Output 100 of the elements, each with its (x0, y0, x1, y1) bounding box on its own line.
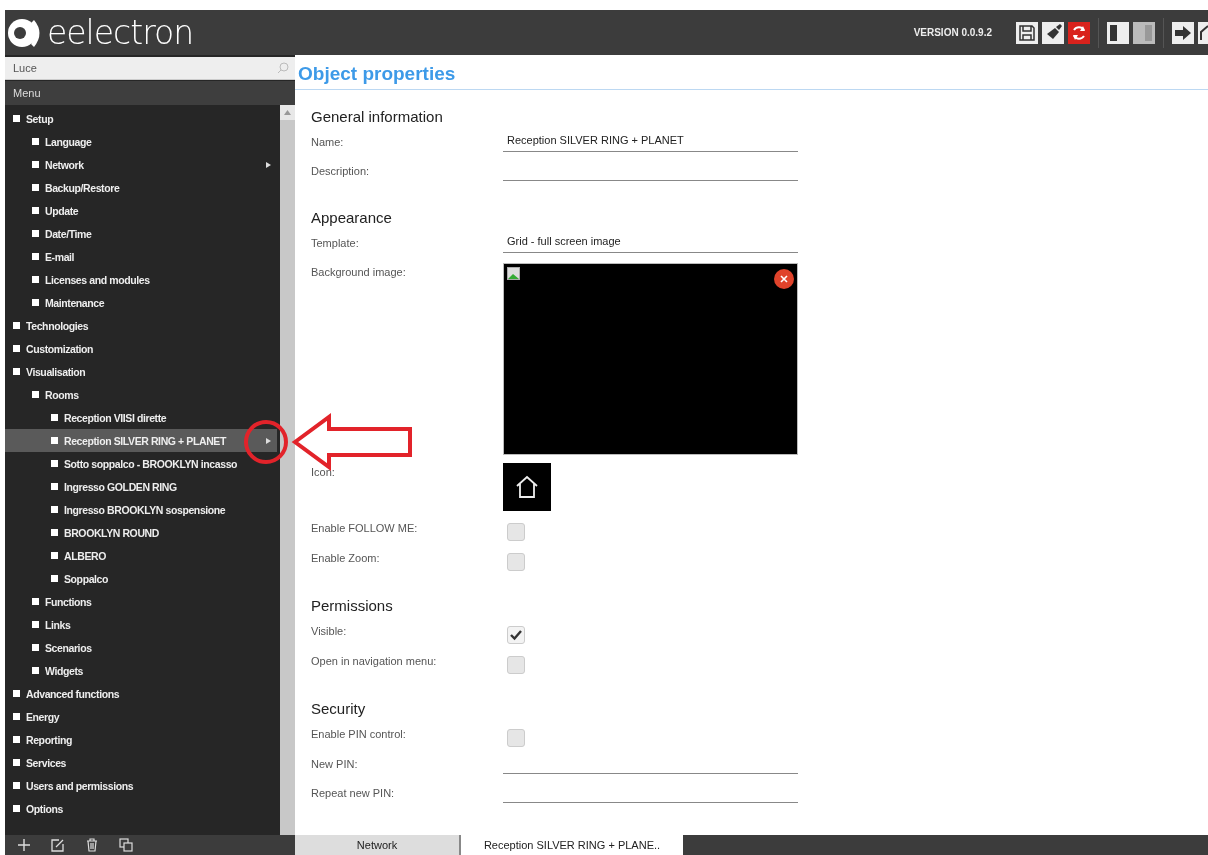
menu-item[interactable]: Reception VIISI dirette (5, 406, 171, 429)
menu-item[interactable]: Ingresso BROOKLYN sospensione (5, 498, 230, 521)
menu-item[interactable]: Rooms (5, 383, 83, 406)
menu-item[interactable]: E-mail (5, 245, 79, 268)
menu-item[interactable]: Users and permissions (5, 774, 138, 797)
menu-item[interactable]: Date/Time (5, 222, 96, 245)
bullet-icon (13, 345, 20, 352)
bullet-icon (51, 414, 58, 421)
menu-item[interactable]: Update (5, 199, 83, 222)
brush-icon[interactable] (1042, 21, 1064, 44)
bullet-icon (32, 598, 39, 605)
text-field[interactable]: Grid - full screen image (503, 233, 798, 253)
menu-item[interactable]: Services (5, 751, 70, 774)
version-label: VERSION 0.0.9.2 (913, 27, 992, 38)
checkbox[interactable] (507, 523, 525, 541)
bullet-icon (32, 667, 39, 674)
menu-item[interactable]: Ingresso GOLDEN RING (5, 475, 181, 498)
add-icon[interactable] (17, 838, 31, 852)
bullet-icon (51, 552, 58, 559)
menu-item[interactable]: Advanced functions (5, 682, 124, 705)
bullet-icon (32, 253, 39, 260)
field-label: Enable FOLLOW ME: (311, 521, 419, 534)
section-title: Appearance (311, 209, 393, 226)
bullet-icon (13, 690, 20, 697)
refresh-icon[interactable] (1068, 21, 1090, 44)
menu-item[interactable]: Options (5, 797, 67, 820)
checkbox[interactable] (507, 626, 525, 644)
field-label: Name: (311, 135, 345, 148)
field-label: Visible: (311, 624, 348, 637)
menu-item[interactable]: Sotto soppalco - BROOKLYN incasso (5, 452, 242, 475)
house-icon (514, 474, 540, 500)
menu-item[interactable]: Scenarios (5, 636, 96, 659)
bullet-icon (13, 713, 20, 720)
bullet-icon (51, 437, 58, 444)
menu-item[interactable]: Widgets (5, 659, 87, 682)
search-field[interactable]: Luce (5, 57, 295, 80)
bullet-icon (13, 736, 20, 743)
field-label: Template: (311, 236, 360, 249)
page-title: Object properties (295, 63, 1208, 90)
menu-item[interactable]: BROOKLYN ROUND (5, 521, 163, 544)
trash-icon[interactable] (85, 838, 99, 852)
field-label: Open in navigation menu: (311, 654, 438, 667)
bullet-icon (51, 460, 58, 467)
bullet-icon (32, 161, 39, 168)
menu-item[interactable]: Maintenance (5, 291, 109, 314)
arrow-right-icon[interactable] (1172, 21, 1194, 44)
bullet-icon (32, 276, 39, 283)
menu-item[interactable]: Network (5, 153, 277, 176)
left-panel-icon[interactable] (1107, 21, 1129, 44)
bullet-icon (13, 782, 20, 789)
menu-item[interactable]: Energy (5, 705, 64, 728)
save-icon[interactable] (1016, 21, 1038, 44)
copy-icon[interactable] (119, 838, 133, 852)
edit-icon[interactable] (51, 838, 65, 852)
section-title: Permissions (311, 597, 394, 614)
text-field[interactable]: Reception SILVER RING + PLANET (503, 132, 798, 152)
tab[interactable]: Network (295, 835, 461, 855)
menu-item[interactable]: Soppalco (5, 567, 113, 590)
right-panel-icon[interactable] (1133, 21, 1155, 44)
submenu-arrow-icon (263, 159, 273, 170)
menu-item[interactable]: Reception SILVER RING + PLANET (5, 429, 277, 452)
section-title: Security (311, 700, 367, 717)
checkbox[interactable] (507, 729, 525, 747)
checkbox[interactable] (507, 656, 525, 674)
bullet-icon (32, 621, 39, 628)
menu-header: Menu (5, 81, 295, 105)
close-icon[interactable] (774, 269, 794, 289)
bullet-icon (13, 368, 20, 375)
checkbox[interactable] (507, 553, 525, 571)
menu-item[interactable]: Language (5, 130, 96, 153)
bullet-icon (32, 138, 39, 145)
home-icon[interactable] (1198, 21, 1208, 44)
logo-text: eelectron (47, 13, 194, 52)
bullet-icon (13, 805, 20, 812)
field-label: Description: (311, 164, 371, 177)
broken-image-icon (507, 267, 521, 281)
bullet-icon (51, 575, 58, 582)
menu-item[interactable]: Setup (5, 107, 58, 130)
menu-item[interactable]: ALBERO (5, 544, 110, 567)
bullet-icon (32, 230, 39, 237)
menu-item[interactable]: Reporting (5, 728, 76, 751)
menu-item[interactable]: Technologies (5, 314, 93, 337)
field-label: Enable PIN control: (311, 727, 407, 740)
bullet-icon (51, 483, 58, 490)
field-label: Icon: (311, 465, 336, 478)
bullet-icon (32, 391, 39, 398)
bullet-icon (51, 529, 58, 536)
menu-item[interactable]: Customization (5, 337, 98, 360)
menu-item[interactable]: Functions (5, 590, 96, 613)
field-label: New PIN: (311, 757, 359, 770)
menu-item[interactable]: Links (5, 613, 75, 636)
menu-item[interactable]: Backup/Restore (5, 176, 124, 199)
icon-preview[interactable] (503, 463, 551, 511)
field-label: Enable Zoom: (311, 551, 381, 564)
section-title: General information (311, 108, 444, 125)
menu-item[interactable]: Licenses and modules (5, 268, 154, 291)
tab[interactable]: Reception SILVER RING + PLANE.. (461, 835, 683, 855)
menu-item[interactable]: Visualisation (5, 360, 90, 383)
submenu-arrow-icon (263, 435, 273, 446)
scrollbar[interactable] (280, 105, 295, 835)
